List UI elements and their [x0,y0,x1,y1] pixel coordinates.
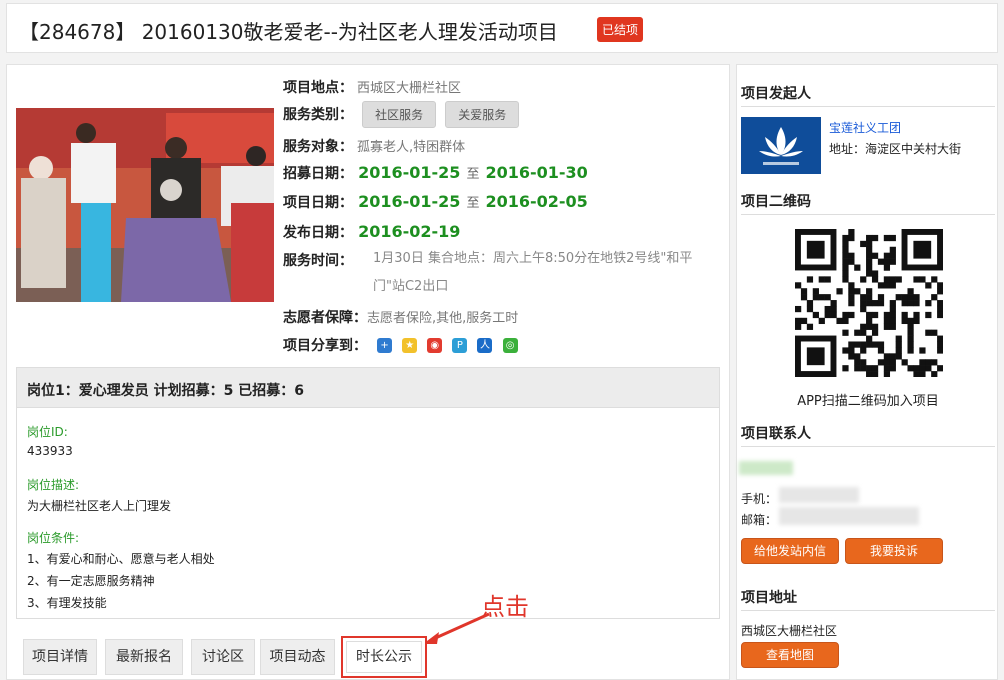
location-value: 西城区大栅栏社区 [357,81,462,96]
publish-date: 2016-02-19 [358,222,461,241]
job-desc-value: 为大栅栏社区老人上门理发 [27,499,172,513]
guarantee-row: 志愿者保障：志愿者保险,其他,服务工时 [283,307,518,327]
qr-code-icon [795,229,943,377]
publish-date-label: 发布日期： [283,225,353,241]
job-desc-label: 岗位描述: [27,478,80,492]
view-map-button[interactable]: 查看地图 [741,642,839,668]
job-condition-item: 2、有一定志愿服务精神 [27,574,155,588]
recruit-date-row: 招募日期： 2016-01-25 至 2016-01-30 [283,163,588,183]
target-value: 孤寡老人,特困群体 [357,140,466,155]
annotation-arrow-icon [423,612,490,644]
email-label: 邮箱： [741,513,778,527]
org-name-link[interactable]: 宝莲社义工团 [829,119,901,136]
service-time-value: 1月30日 集合地点：周六上午8:50分在地铁2号线"和平门"站C2出口 [373,251,693,294]
address-title: 项目地址 [741,587,995,611]
to-word: 至 [466,196,480,211]
send-message-button[interactable]: 给他发站内信 [741,538,839,564]
job-id-label: 岗位ID: [27,425,68,439]
org-logo[interactable] [741,117,821,174]
wechat-share-icon[interactable]: ◎ [502,338,518,353]
lotus-icon [759,127,803,165]
target-label: 服务对象： [283,139,353,155]
org-address: 地址：海淀区中关村大街 [829,142,962,156]
recruit-end-date: 2016-01-30 [485,163,588,182]
project-date-label: 项目日期： [283,195,353,211]
job-cond-label: 岗位条件: [27,531,80,545]
to-word: 至 [466,167,480,182]
share-row: 项目分享到： + ★ ◉ P 人 ◎ [283,335,518,355]
phone-redacted [779,487,859,503]
tab-hours-label: 时长公示 [346,641,422,673]
tab-project-details[interactable]: 项目详情 [23,639,97,675]
email-redacted [779,507,919,525]
qr-title: 项目二维码 [741,191,995,215]
job-post: 岗位1：爱心理发员 计划招募：5 已招募：6 岗位ID: 433933 岗位描述… [16,367,720,619]
project-date-row: 项目日期： 2016-01-25 至 2016-02-05 [283,192,588,212]
sidebar: 项目发起人 宝莲社义工团 地址：海淀区中关村大街 项目二维码 APP扫描二维码加… [736,64,998,680]
plus-share-icon[interactable]: + [377,338,393,353]
project-photo-image [16,108,274,302]
project-end-date: 2016-02-05 [485,192,588,211]
target-row: 服务对象： 孤寡老人,特困群体 [283,136,465,156]
category-tag-care[interactable]: 关爱服务 [445,101,520,128]
category-label: 服务类别： [283,107,353,123]
location-label: 项目地点： [283,80,353,96]
phone-label: 手机： [741,492,778,506]
recruit-start-date: 2016-01-25 [358,163,461,182]
service-time-label: 服务时间： [283,253,353,269]
category-tag-community[interactable]: 社区服务 [362,101,437,128]
location-row: 项目地点： 西城区大栅栏社区 [283,77,461,97]
job-post-header: 岗位1：爱心理发员 计划招募：5 已招募：6 [17,368,719,408]
share-label: 项目分享到： [283,338,367,354]
publish-date-row: 发布日期： 2016-02-19 [283,222,460,242]
service-time-row: 服务时间： [283,250,353,270]
tab-hours-announcement[interactable]: 时长公示 [341,636,427,678]
category-row: 服务类别： 社区服务 关爱服务 [283,101,520,128]
guarantee-label: 志愿者保障： [283,310,367,326]
job-id-value: 433933 [27,444,73,458]
initiator-title: 项目发起人 [741,83,995,107]
project-title: 【284678】 20160130敬老爱老--为社区老人理发活动项目 [19,20,558,44]
project-main-panel: 项目地点： 西城区大栅栏社区 服务类别： 社区服务 关爱服务 服务对象： 孤寡老人,… [6,64,730,680]
address-value: 西城区大栅栏社区 [741,624,838,638]
project-header: 【284678】 20160130敬老爱老--为社区老人理发活动项目 已结项 [6,3,998,53]
tab-latest-signups[interactable]: 最新报名 [105,639,183,675]
job-condition-item: 1、有爱心和耐心、愿意与老人相处 [27,552,215,566]
star-share-icon[interactable]: ★ [402,338,418,353]
status-badge: 已结项 [597,17,644,42]
qr-caption: APP扫描二维码加入项目 [797,394,939,409]
job-condition-item: 3、有理发技能 [27,596,107,610]
contact-title: 项目联系人 [741,423,995,447]
contact-name-redacted [739,461,793,475]
pinterest-share-icon[interactable]: P [452,338,468,353]
tab-discussion[interactable]: 讨论区 [191,639,255,675]
renren-share-icon[interactable]: 人 [477,338,493,353]
project-start-date: 2016-01-25 [358,192,461,211]
recruit-date-label: 招募日期： [283,166,353,182]
tab-project-news[interactable]: 项目动态 [260,639,335,675]
guarantee-value: 志愿者保险,其他,服务工时 [367,311,519,326]
project-photo [16,108,274,302]
complain-button[interactable]: 我要投诉 [845,538,943,564]
weibo-share-icon[interactable]: ◉ [427,338,443,353]
